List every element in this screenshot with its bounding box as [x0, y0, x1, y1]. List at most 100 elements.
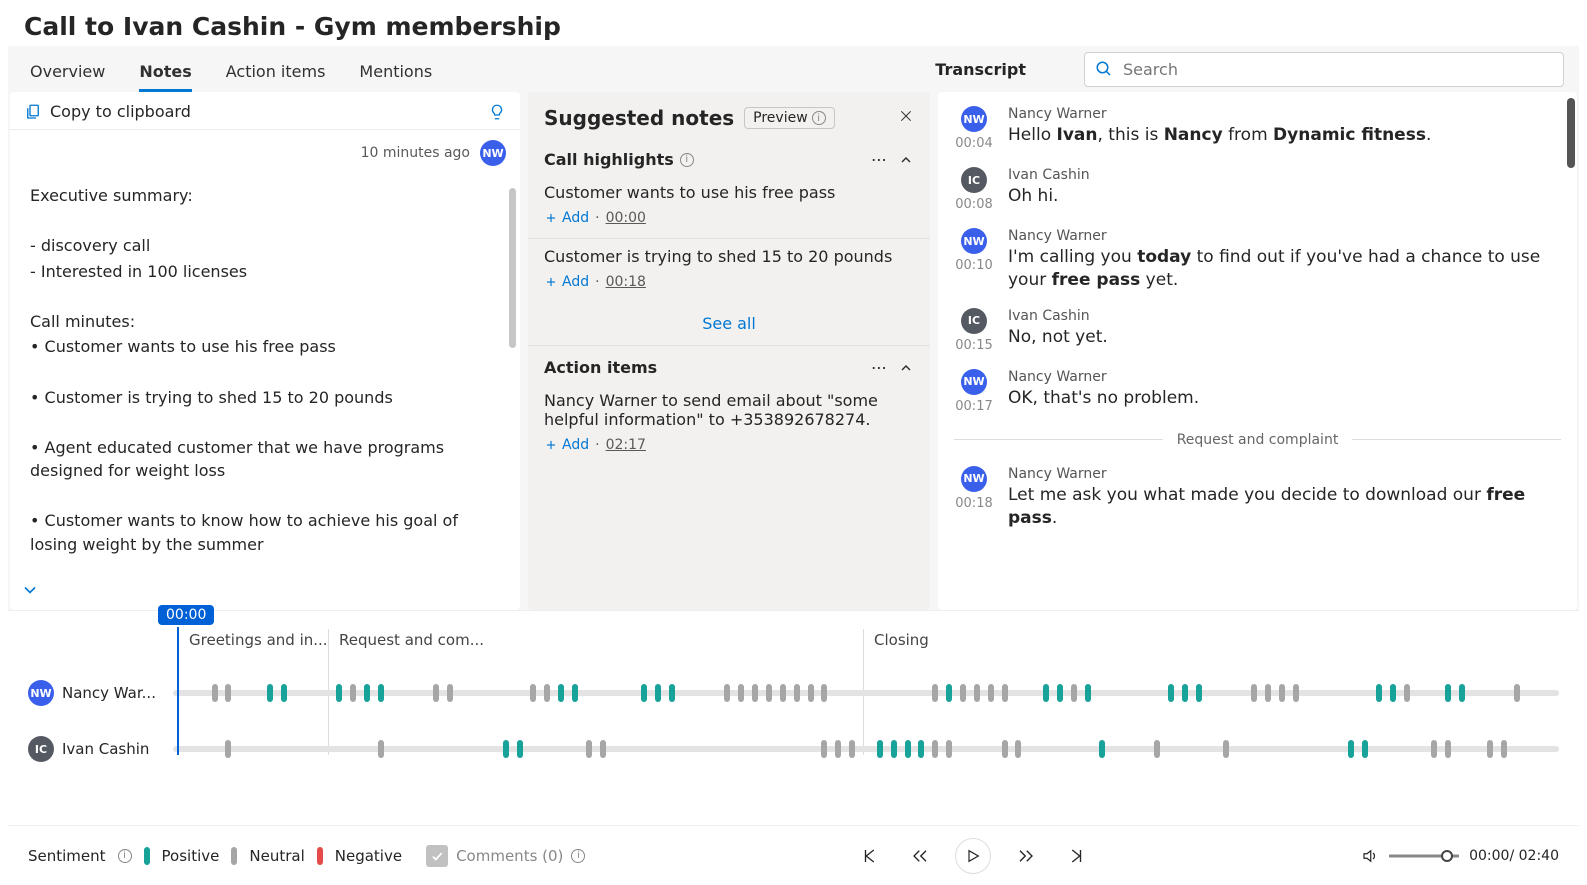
sentiment-tick[interactable]: [877, 740, 883, 758]
sentiment-tick[interactable]: [1015, 740, 1021, 758]
sentiment-tick[interactable]: [503, 740, 509, 758]
sentiment-tick[interactable]: [1390, 684, 1396, 702]
sentiment-tick[interactable]: [905, 740, 911, 758]
add-highlight-button[interactable]: Add: [544, 210, 589, 226]
rewind-button[interactable]: [905, 841, 935, 871]
highlight-timestamp[interactable]: 00:18: [606, 274, 646, 290]
add-action-item-button[interactable]: Add: [544, 437, 589, 453]
sentiment-tick[interactable]: [364, 684, 370, 702]
tab-mentions[interactable]: Mentions: [359, 52, 432, 92]
sentiment-tick[interactable]: [572, 684, 578, 702]
playhead-badge[interactable]: 00:00: [158, 605, 214, 625]
playhead-line[interactable]: [177, 627, 179, 755]
segment[interactable]: Closing: [863, 631, 1433, 661]
sentiment-tick[interactable]: [600, 740, 606, 758]
sentiment-tick[interactable]: [378, 740, 384, 758]
sentiment-tick[interactable]: [447, 684, 453, 702]
utterance[interactable]: NW00:04Nancy WarnerHello Ivan, this is N…: [954, 102, 1561, 155]
timeline[interactable]: 00:00 Greetings and in...Request and com…: [8, 611, 1579, 811]
sentiment-tick[interactable]: [655, 684, 661, 702]
sentiment-tick[interactable]: [1348, 740, 1354, 758]
play-button[interactable]: [955, 838, 991, 874]
sentiment-tick[interactable]: [1431, 740, 1437, 758]
sentiment-tick[interactable]: [1376, 684, 1382, 702]
track-ic[interactable]: [173, 741, 1559, 757]
sentiment-tick[interactable]: [1445, 684, 1451, 702]
sentiment-tick[interactable]: [1459, 684, 1465, 702]
utterance[interactable]: NW00:10Nancy WarnerI'm calling you today…: [954, 224, 1561, 296]
sentiment-tick[interactable]: [1265, 684, 1271, 702]
sentiment-tick[interactable]: [212, 684, 218, 702]
info-icon[interactable]: i: [680, 153, 694, 167]
sentiment-tick[interactable]: [1404, 684, 1410, 702]
sentiment-tick[interactable]: [960, 684, 966, 702]
track-nw[interactable]: [173, 685, 1559, 701]
sentiment-tick[interactable]: [641, 684, 647, 702]
sentiment-tick[interactable]: [1043, 684, 1049, 702]
close-suggested-button[interactable]: [898, 108, 914, 128]
sentiment-tick[interactable]: [1223, 740, 1229, 758]
sentiment-tick[interactable]: [1445, 740, 1451, 758]
sentiment-tick[interactable]: [350, 684, 356, 702]
transcript-body[interactable]: NW00:04Nancy WarnerHello Ivan, this is N…: [938, 92, 1577, 610]
sentiment-tick[interactable]: [1071, 684, 1077, 702]
preview-badge[interactable]: Preview i: [744, 107, 835, 129]
sentiment-tick[interactable]: [544, 684, 550, 702]
segment[interactable]: Request and com...: [328, 631, 863, 661]
sentiment-tick[interactable]: [1251, 684, 1257, 702]
info-icon[interactable]: i: [118, 849, 132, 863]
utterance[interactable]: NW00:18Nancy WarnerLet me ask you what m…: [954, 462, 1561, 534]
expand-chevron[interactable]: [20, 580, 40, 604]
sentiment-tick[interactable]: [918, 740, 924, 758]
utterance[interactable]: NW00:17Nancy WarnerOK, that's no problem…: [954, 365, 1561, 418]
sentiment-tick[interactable]: [808, 684, 814, 702]
sentiment-tick[interactable]: [1182, 684, 1188, 702]
sentiment-tick[interactable]: [1514, 684, 1520, 702]
more-options-highlights[interactable]: ⋯: [871, 150, 888, 169]
tab-overview[interactable]: Overview: [30, 52, 105, 92]
tab-action-items[interactable]: Action items: [226, 52, 326, 92]
sentiment-tick[interactable]: [932, 740, 938, 758]
more-options-action-items[interactable]: ⋯: [871, 358, 888, 377]
sentiment-tick[interactable]: [1279, 684, 1285, 702]
skip-start-button[interactable]: [855, 841, 885, 871]
sentiment-tick[interactable]: [1057, 684, 1063, 702]
sentiment-tick[interactable]: [225, 684, 231, 702]
sentiment-tick[interactable]: [724, 684, 730, 702]
sentiment-tick[interactable]: [1002, 684, 1008, 702]
sentiment-tick[interactable]: [849, 740, 855, 758]
copy-to-clipboard-button[interactable]: Copy to clipboard: [24, 102, 191, 121]
action-item-timestamp[interactable]: 02:17: [606, 437, 646, 453]
sentiment-tick[interactable]: [946, 740, 952, 758]
segment[interactable]: Greetings and in...: [178, 631, 328, 661]
forward-button[interactable]: [1011, 841, 1041, 871]
sentiment-tick[interactable]: [586, 740, 592, 758]
sentiment-tick[interactable]: [225, 740, 231, 758]
sentiment-tick[interactable]: [1002, 740, 1008, 758]
sentiment-tick[interactable]: [738, 684, 744, 702]
sentiment-tick[interactable]: [780, 684, 786, 702]
sentiment-tick[interactable]: [794, 684, 800, 702]
sentiment-tick[interactable]: [1154, 740, 1160, 758]
sentiment-tick[interactable]: [1501, 740, 1507, 758]
add-highlight-button[interactable]: Add: [544, 274, 589, 290]
comments-button[interactable]: Comments (0) i: [426, 845, 585, 867]
sentiment-tick[interactable]: [891, 740, 897, 758]
skip-end-button[interactable]: [1061, 841, 1091, 871]
sentiment-tick[interactable]: [1196, 684, 1202, 702]
sentiment-tick[interactable]: [517, 740, 523, 758]
sentiment-tick[interactable]: [378, 684, 384, 702]
sentiment-tick[interactable]: [766, 684, 772, 702]
sentiment-tick[interactable]: [821, 684, 827, 702]
sentiment-tick[interactable]: [433, 684, 439, 702]
sentiment-tick[interactable]: [336, 684, 342, 702]
search-box[interactable]: [1084, 52, 1564, 87]
sentiment-tick[interactable]: [1487, 740, 1493, 758]
search-input[interactable]: [1123, 60, 1553, 79]
info-icon[interactable]: i: [571, 849, 585, 863]
sentiment-tick[interactable]: [1099, 740, 1105, 758]
sentiment-tick[interactable]: [932, 684, 938, 702]
notes-scrollbar[interactable]: [509, 188, 516, 348]
sentiment-tick[interactable]: [669, 684, 675, 702]
highlight-timestamp[interactable]: 00:00: [606, 210, 646, 226]
